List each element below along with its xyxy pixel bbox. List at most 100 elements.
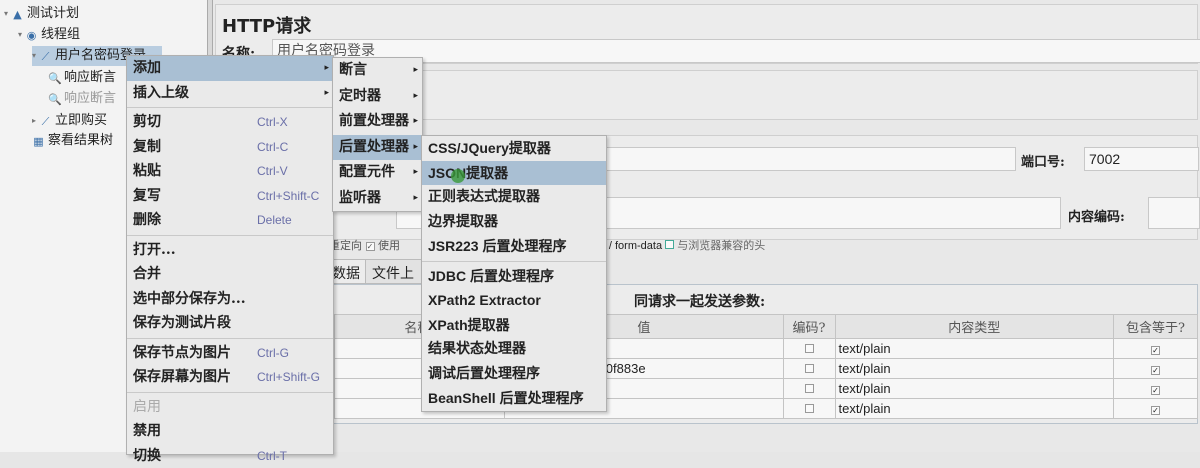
menu-item[interactable]: XPath提取器: [422, 313, 606, 338]
menu-item[interactable]: 定时器▸: [333, 84, 422, 110]
include-equals-checkbox[interactable]: ✓: [1151, 366, 1160, 375]
menu-item[interactable]: 前置处理器▸: [333, 109, 422, 135]
menu-item-label: 打开...: [133, 242, 176, 258]
menu-item[interactable]: 配置元件▸: [333, 160, 422, 186]
menu-item-label: 删除: [133, 212, 161, 228]
tree-node[interactable]: ▾◉线程组: [18, 25, 80, 45]
column-header[interactable]: 内容类型: [835, 315, 1113, 339]
menu-separator: [422, 261, 606, 262]
encoding-input[interactable]: [1148, 197, 1200, 229]
encode-checkbox[interactable]: [805, 364, 814, 373]
encoding-label: 内容编码:: [1068, 206, 1125, 225]
menu-item-label: 断言: [339, 62, 367, 78]
expand-toggle-icon[interactable]: ▸: [32, 111, 36, 131]
menu-item[interactable]: 保存节点为图片Ctrl-G: [127, 341, 333, 366]
menu-item[interactable]: JSR223 后置处理程序: [422, 234, 606, 259]
menu-item[interactable]: 保存为测试片段: [127, 311, 333, 336]
use-keepalive-checkbox[interactable]: ✓: [366, 242, 375, 251]
shortcut-label: Ctrl+Shift-G: [257, 365, 320, 390]
content-type-cell[interactable]: text/plain: [835, 359, 1113, 379]
menu-item-label: CSS/JQuery提取器: [428, 140, 551, 156]
magnifier-icon: 🔍: [48, 93, 61, 106]
menu-item[interactable]: 插入上级 ▸: [127, 81, 333, 106]
magnifier-icon: 🔍: [48, 72, 61, 85]
menu-item-label: 保存屏幕为图片: [133, 369, 231, 385]
menu-item[interactable]: BeanShell 后置处理程序: [422, 386, 606, 411]
expand-toggle-icon[interactable]: ▾: [32, 46, 36, 66]
menu-item-label: 启用: [133, 399, 161, 415]
flask-icon: ▲: [11, 8, 24, 21]
include-equals-checkbox[interactable]: ✓: [1151, 406, 1160, 415]
tree-node-label: 察看结果树: [48, 131, 113, 151]
include-equals-checkbox[interactable]: ✓: [1151, 346, 1160, 355]
encode-checkbox[interactable]: [805, 344, 814, 353]
submenu-arrow-icon: ▸: [324, 81, 329, 106]
menu-item[interactable]: 断言▸: [333, 58, 422, 84]
content-type-cell[interactable]: text/plain: [835, 379, 1113, 399]
menu-item[interactable]: 复制Ctrl-C: [127, 135, 333, 160]
menu-item-label: 复制: [133, 139, 161, 155]
gear-icon: ◉: [25, 29, 38, 42]
menu-item[interactable]: 切换Ctrl-T: [127, 444, 333, 468]
tree-node[interactable]: ▸⟋立即购买: [32, 111, 107, 131]
pipette-icon: ⟋: [39, 50, 52, 63]
content-type-cell[interactable]: text/plain: [835, 399, 1113, 419]
add-submenu: 断言▸定时器▸前置处理器▸后置处理器▸配置元件▸监听器▸: [332, 57, 423, 212]
mouse-cursor-icon: [451, 169, 465, 183]
menu-item[interactable]: 结果状态处理器: [422, 337, 606, 362]
encode-cell: [783, 399, 835, 419]
menu-item[interactable]: 添加▸: [127, 56, 333, 81]
menu-item[interactable]: 合并: [127, 262, 333, 287]
menu-item[interactable]: 正则表达式提取器: [422, 185, 606, 210]
use-keepalive-label: 使用: [378, 239, 400, 252]
tree-node[interactable]: 🔍响应断言: [48, 68, 116, 88]
column-header[interactable]: 编码?: [783, 315, 835, 339]
title-panel: HTTP请求 名称: 用户名密码登录: [215, 4, 1198, 64]
shortcut-label: Ctrl+Shift-C: [257, 184, 319, 209]
submenu-arrow-icon: ▸: [413, 160, 418, 186]
menu-item[interactable]: XPath2 Extractor: [422, 288, 606, 313]
include-equals-checkbox[interactable]: ✓: [1151, 386, 1160, 395]
encode-checkbox[interactable]: [805, 404, 814, 413]
menu-item[interactable]: 粘贴Ctrl-V: [127, 159, 333, 184]
menu-item[interactable]: 调试后置处理程序: [422, 362, 606, 387]
port-label: 端口号:: [1021, 151, 1065, 170]
menu-item[interactable]: 保存屏幕为图片 Ctrl+Shift-G: [127, 365, 333, 390]
menu-item-label: 插入上级: [133, 85, 189, 101]
tree-node[interactable]: 🔍响应断言: [48, 89, 116, 109]
menu-item[interactable]: 边界提取器: [422, 210, 606, 235]
menu-item[interactable]: CSS/JQuery提取器: [422, 136, 606, 161]
menu-separator: [127, 338, 333, 339]
encode-cell: [783, 339, 835, 359]
menu-item[interactable]: 删除Delete: [127, 208, 333, 233]
pipette-icon: ⟋: [39, 115, 52, 128]
shortcut-label: Ctrl-G: [257, 341, 289, 366]
port-input[interactable]: 7002: [1084, 147, 1199, 171]
menu-item[interactable]: 复写Ctrl+Shift-C: [127, 184, 333, 209]
expand-toggle-icon[interactable]: ▾: [4, 4, 8, 24]
menu-item[interactable]: 打开...: [127, 238, 333, 263]
column-header[interactable]: 包含等于?: [1113, 315, 1197, 339]
menu-item[interactable]: 选中部分保存为...: [127, 287, 333, 312]
tree-node[interactable]: ▾▲测试计划: [4, 4, 79, 24]
tree-node-label: 测试计划: [27, 4, 79, 24]
tree-node[interactable]: ▦察看结果树: [32, 131, 113, 151]
menu-item-label: JSON提取器: [428, 165, 508, 181]
menu-item[interactable]: JDBC 后置处理程序: [422, 264, 606, 289]
menu-item-label: 合并: [133, 266, 161, 282]
menu-item-label: 结果状态处理器: [428, 341, 526, 357]
menu-item-label: JSR223 后置处理程序: [428, 238, 566, 254]
menu-item[interactable]: 禁用: [127, 419, 333, 444]
menu-item[interactable]: 启用: [127, 395, 333, 420]
menu-item[interactable]: 剪切Ctrl-X: [127, 110, 333, 135]
expand-toggle-icon[interactable]: ▾: [18, 25, 22, 45]
encode-checkbox[interactable]: [805, 384, 814, 393]
menu-item[interactable]: 监听器▸: [333, 186, 422, 212]
menu-item[interactable]: JSON提取器: [422, 161, 606, 186]
browser-headers-checkbox[interactable]: [665, 240, 674, 249]
menu-separator: [127, 235, 333, 236]
content-type-cell[interactable]: text/plain: [835, 339, 1113, 359]
menu-item[interactable]: 后置处理器▸: [333, 135, 422, 161]
encode-cell: [783, 359, 835, 379]
menu-item-label: XPath提取器: [428, 317, 510, 333]
